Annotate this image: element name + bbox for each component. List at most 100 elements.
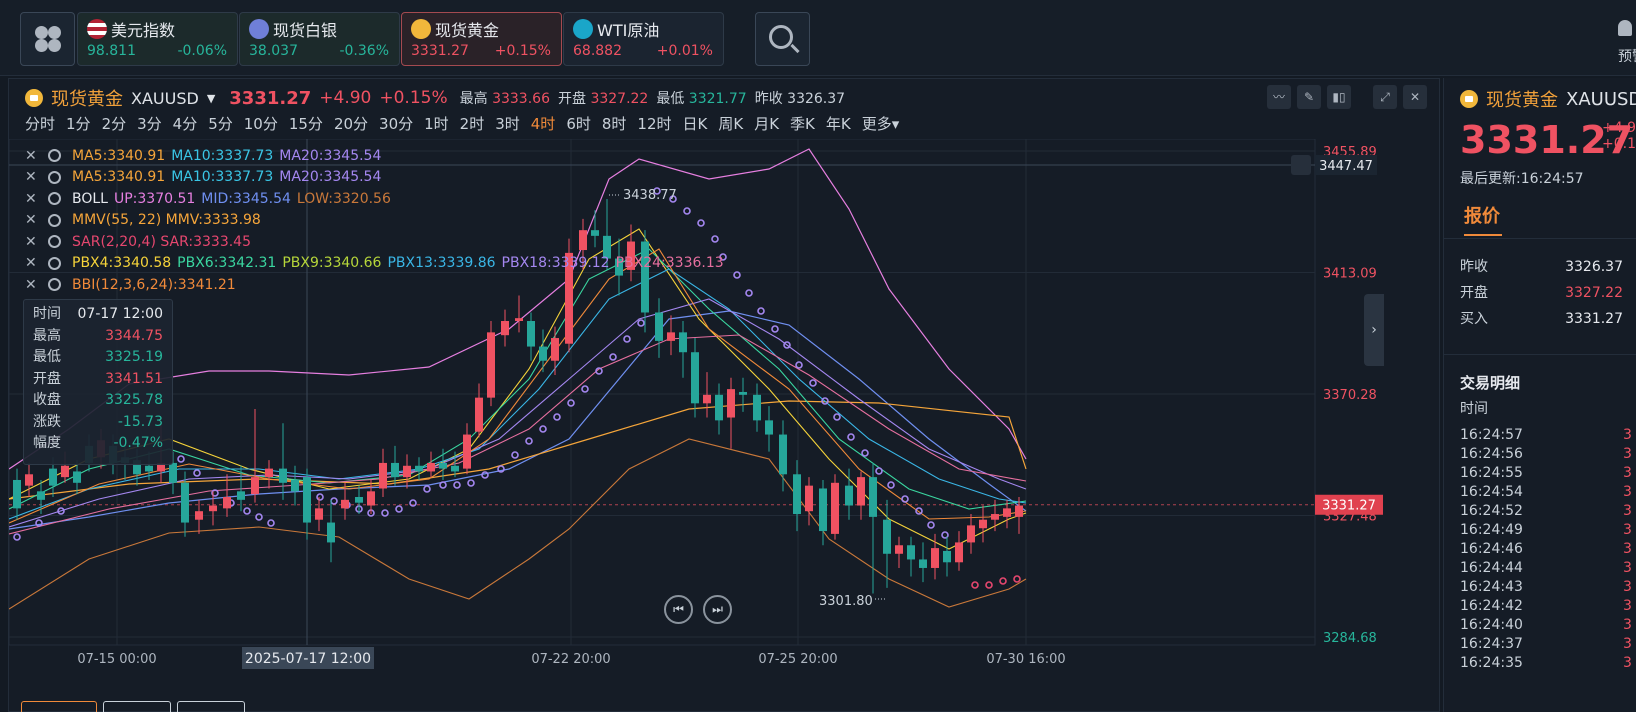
sar-dot — [395, 505, 403, 513]
sar-dot — [330, 497, 338, 505]
period-15[interactable]: 8时 — [602, 113, 627, 134]
x-tick-label: 07-22 20:00 — [531, 652, 610, 667]
period-21[interactable]: 年K — [826, 113, 851, 134]
bell-icon[interactable] — [1618, 20, 1632, 36]
skip-back-icon[interactable]: ⏮ — [664, 595, 693, 624]
period-6[interactable]: 10分 — [244, 113, 278, 134]
card-price: 68.882 — [573, 43, 622, 59]
period-16[interactable]: 12时 — [637, 113, 671, 134]
tooltip-row: 最低 3325.19 — [24, 347, 172, 369]
candle-body — [415, 465, 423, 472]
candle-type-icon[interactable]: ▮▯ — [1327, 85, 1351, 109]
period-13[interactable]: 4时 — [531, 113, 556, 134]
sar-dot — [423, 485, 431, 493]
gear-icon[interactable] — [48, 170, 61, 184]
period-10[interactable]: 1时 — [424, 113, 449, 134]
sub-tab[interactable] — [103, 701, 171, 712]
period-19[interactable]: 月K — [754, 113, 779, 134]
candle-body — [475, 397, 483, 432]
period-3[interactable]: 3分 — [137, 113, 162, 134]
period-11[interactable]: 2时 — [460, 113, 485, 134]
quote-row: 买入 3331.27 — [1460, 306, 1636, 332]
tooltip-value: 3325.78 — [105, 392, 163, 408]
gear-icon[interactable] — [48, 149, 61, 163]
draw-pencil-icon[interactable]: ✎ — [1297, 85, 1321, 109]
candle-body — [857, 477, 865, 506]
indicator-row: ✕ MA5:3340.91 MA10:3337.73 MA20:3345.54 — [25, 167, 730, 189]
period-20[interactable]: 季K — [790, 113, 815, 134]
close-icon[interactable]: ✕ — [1403, 85, 1427, 109]
sar-dot — [745, 289, 753, 297]
card-change-pct: -0.06% — [177, 43, 227, 59]
candle-body — [679, 332, 687, 353]
gear-icon[interactable] — [48, 192, 61, 206]
sub-tab[interactable] — [177, 701, 245, 712]
candle-body — [967, 525, 975, 543]
close-icon[interactable]: ✕ — [25, 255, 43, 271]
apps-grid-button[interactable] — [20, 12, 75, 66]
sar-dot — [511, 451, 519, 459]
period-18[interactable]: 周K — [718, 113, 743, 134]
close-icon[interactable]: ✕ — [25, 191, 43, 207]
period-5[interactable]: 5分 — [208, 113, 233, 134]
candle-body — [355, 496, 363, 503]
ohlc-tooltip: 时间 07-17 12:00 最高 3344.75 最低 3325.19 开盘 3341.51… — [23, 299, 173, 465]
close-icon[interactable]: ✕ — [25, 234, 43, 250]
quote-card-usd-index[interactable]: 美元指数 98.811 -0.06% — [77, 12, 238, 66]
period-9[interactable]: 30分 — [379, 113, 413, 134]
skip-forward-icon[interactable]: ⏭ — [703, 595, 732, 624]
grid-icon — [35, 26, 48, 39]
alert-label[interactable]: 预警 — [1618, 46, 1636, 66]
close-icon[interactable]: ✕ — [25, 169, 43, 185]
gear-icon[interactable] — [48, 278, 61, 292]
candle-body — [251, 477, 259, 495]
period-0[interactable]: 分时 — [25, 113, 55, 134]
quote-table: 昨收 3326.37 开盘 3327.22 买入 3331.27 — [1460, 254, 1636, 332]
chart-toolbar: 〰 ✎ ▮▯ ⤢ ✕ — [1267, 85, 1427, 109]
candle-body — [539, 346, 547, 361]
candle-body — [13, 479, 21, 509]
tab-quote[interactable]: 报价 — [1464, 202, 1500, 228]
candle-body — [931, 548, 939, 568]
period-1[interactable]: 1分 — [66, 113, 91, 134]
period-8[interactable]: 20分 — [334, 113, 368, 134]
period-14[interactable]: 6时 — [566, 113, 591, 134]
trade-price: 3 — [1623, 427, 1632, 443]
sar-dot — [439, 481, 447, 489]
candle-body — [439, 462, 447, 469]
period-4[interactable]: 4分 — [173, 113, 198, 134]
period-17[interactable]: 日K — [683, 113, 708, 134]
quote-row: 开盘 3327.22 — [1460, 280, 1636, 306]
chevron-right-icon[interactable]: › — [1364, 294, 1384, 366]
high-value: 3333.66 — [492, 91, 550, 107]
close-icon[interactable]: ✕ — [25, 277, 43, 293]
gear-icon[interactable] — [48, 256, 61, 270]
quote-card-gold[interactable]: 现货黄金 3331.27 +0.15% — [401, 12, 562, 66]
expand-icon[interactable]: ⤢ — [1373, 85, 1397, 109]
candle-body — [869, 477, 877, 517]
sub-tab[interactable] — [21, 701, 97, 712]
search-button[interactable] — [755, 12, 810, 66]
candle-body — [765, 420, 773, 435]
candle-body — [315, 508, 323, 520]
instrument-name[interactable]: 现货黄金 — [51, 85, 123, 111]
sar-dot — [847, 433, 855, 441]
period-12[interactable]: 3时 — [495, 113, 520, 134]
close-icon[interactable]: ✕ — [25, 148, 43, 164]
indicator-icon[interactable]: 〰 — [1267, 85, 1291, 109]
indicator-legend: ✕ MA5:3340.91 MA10:3337.73 MA20:3345.54 ✕ MA5… — [25, 145, 730, 296]
indicator-value: BBI(12,3,6,24):3341.21 — [72, 276, 236, 293]
period-22[interactable]: 更多▾ — [862, 113, 900, 134]
chevron-down-icon[interactable]: ▼ — [207, 92, 215, 105]
instrument-code[interactable]: XAUUSD — [131, 89, 199, 108]
gear-icon[interactable] — [48, 235, 61, 249]
gear-icon[interactable] — [48, 213, 61, 227]
indicator-value: BOLL — [72, 190, 108, 207]
sar-dot — [985, 581, 993, 589]
quote-card-silver[interactable]: 现货白银 38.037 -0.36% — [239, 12, 400, 66]
candle-body — [831, 482, 839, 534]
period-7[interactable]: 15分 — [289, 113, 323, 134]
quote-card-wti[interactable]: WTI原油 68.882 +0.01% — [563, 12, 724, 66]
period-2[interactable]: 2分 — [102, 113, 127, 134]
close-icon[interactable]: ✕ — [25, 212, 43, 228]
